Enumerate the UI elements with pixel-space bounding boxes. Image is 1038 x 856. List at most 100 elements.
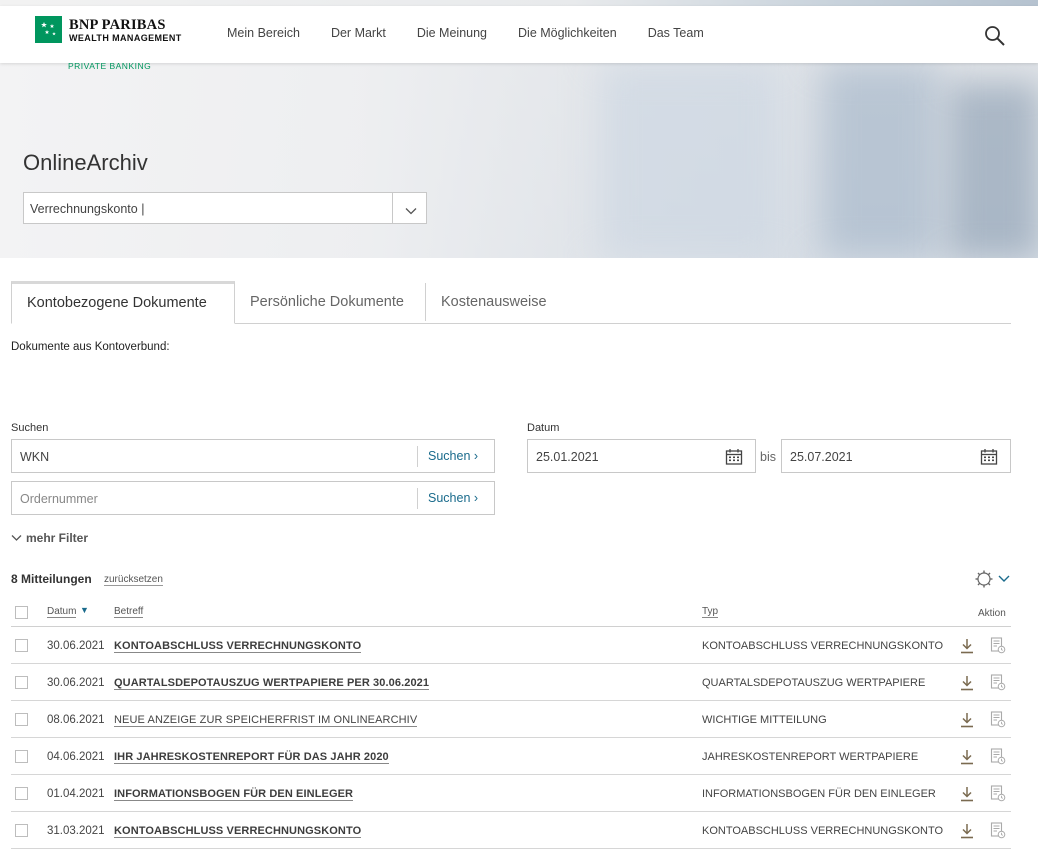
tab-kontobezogene-dokumente[interactable]: Kontobezogene Dokumente [11,281,235,324]
more-filter-label: mehr Filter [26,531,89,545]
search-label: Suchen [11,422,49,434]
download-icon[interactable] [960,823,974,844]
row-type: WICHTIGE MITTEILUNG [702,714,827,726]
account-select[interactable]: Verrechnungskonto | [23,192,427,224]
logo-brand-text: BNP PARIBAS [69,17,166,33]
row-subject-link[interactable]: INFORMATIONSBOGEN FÜR DEN EINLEGER [114,788,354,801]
chevron-right-icon: › [473,449,479,463]
hero-banner: OnlineArchiv Verrechnungskonto | [0,63,1038,258]
column-header-datum[interactable]: Datum [47,606,77,618]
nav-item-mein-bereich[interactable]: Mein Bereich [227,26,300,40]
row-type: JAHRESKOSTENREPORT WERTPAPIERE [702,751,919,763]
download-icon[interactable] [960,638,974,659]
select-divider [392,193,393,223]
date-range-separator: bis [760,450,776,464]
hero-background [820,63,940,258]
tab-kostenausweise[interactable]: Kostenausweise [426,281,562,323]
row-checkbox[interactable] [15,713,28,726]
more-filter-toggle[interactable]: mehr Filter [11,531,88,545]
search-icon[interactable] [984,25,1006,47]
settings-gear-icon[interactable] [975,570,1013,593]
field-divider [417,488,418,509]
wkn-search-button[interactable]: Suchen › [428,449,478,463]
search-button-label: Suchen [428,491,471,505]
row-subject-link[interactable]: NEUE ANZEIGE ZUR SPEICHERFRIST IM ONLINE… [114,714,418,727]
row-checkbox[interactable] [15,750,28,763]
row-type: INFORMATIONSBOGEN FÜR DEN EINLEGER [702,788,936,800]
date-label: Datum [527,422,560,434]
reset-link[interactable]: zurücksetzen [104,574,163,586]
table-row: 31.03.2021 KONTOABSCHLUSS VERRECHNUNGSKON… [11,812,1011,849]
document-history-icon[interactable] [990,711,1006,733]
document-history-icon[interactable] [990,637,1006,659]
row-subject-link[interactable]: QUARTALSDEPOTAUSZUG WERTPAPIERE PER 30.0… [114,677,430,690]
row-date: 31.03.2021 [47,825,105,837]
row-date: 30.06.2021 [47,677,105,689]
chevron-down-icon [11,531,22,545]
hero-background [950,83,1038,258]
order-search-field[interactable]: Ordernummer Suchen › [11,481,495,515]
logo-stars-icon [35,16,62,43]
order-search-button[interactable]: Suchen › [428,491,478,505]
nav-item-die-meinung[interactable]: Die Meinung [417,26,487,40]
row-date: 30.06.2021 [47,640,105,652]
hero-background [600,63,780,258]
nav-item-das-team[interactable]: Das Team [648,26,704,40]
row-type: KONTOABSCHLUSS VERRECHNUNGSKONTO [702,825,944,837]
table-row: 30.06.2021 QUARTALSDEPOTAUSZUG WERTPAPIER… [11,664,1011,701]
chevron-right-icon: › [473,491,479,505]
field-divider [417,446,418,467]
download-icon[interactable] [960,712,974,733]
tab-persoenliche-dokumente[interactable]: Persönliche Dokumente [235,281,419,323]
header: BNP PARIBAS WEALTH MANAGEMENT PRIVATE BA… [0,6,1038,71]
date-from-input[interactable]: 25.01.2021 [536,450,599,464]
kontoverbund-label: Dokumente aus Kontoverbund: [11,341,170,353]
column-header-datum-label: Datum [47,606,77,617]
column-header-betreff[interactable]: Betreff [114,606,144,618]
row-checkbox[interactable] [15,676,28,689]
row-checkbox[interactable] [15,824,28,837]
download-icon[interactable] [960,786,974,807]
document-history-icon[interactable] [990,822,1006,844]
row-date: 08.06.2021 [47,714,105,726]
table-row: 01.04.2021 INFORMATIONSBOGEN FÜR DEN EINL… [11,775,1011,812]
row-checkbox[interactable] [15,639,28,652]
wkn-search-field[interactable]: WKN Suchen › [11,439,495,473]
row-subject-link[interactable]: KONTOABSCHLUSS VERRECHNUNGSKONTO [114,640,362,653]
date-to-input[interactable]: 25.07.2021 [790,450,853,464]
download-icon[interactable] [960,749,974,770]
sort-desc-icon[interactable]: ▼ [80,605,89,615]
order-number-input[interactable]: Ordernummer [20,492,98,506]
logo-sub-text: WEALTH MANAGEMENT [69,33,182,43]
column-header-aktion: Aktion [978,608,1006,619]
table-row: 30.06.2021 KONTOABSCHLUSS VERRECHNUNGSKON… [11,627,1011,664]
row-type: KONTOABSCHLUSS VERRECHNUNGSKONTO [702,640,944,652]
wkn-input[interactable]: WKN [20,450,49,464]
table-row: 08.06.2021 NEUE ANZEIGE ZUR SPEICHERFRIST… [11,701,1011,738]
calendar-icon[interactable] [725,448,743,471]
row-subject-link[interactable]: KONTOABSCHLUSS VERRECHNUNGSKONTO [114,825,362,838]
row-type: QUARTALSDEPOTAUSZUG WERTPAPIERE [702,677,926,689]
document-history-icon[interactable] [990,748,1006,770]
nav-item-der-markt[interactable]: Der Markt [331,26,386,40]
row-date: 01.04.2021 [47,788,105,800]
account-select-value: Verrechnungskonto | [30,202,145,216]
document-history-icon[interactable] [990,785,1006,807]
logo-private-banking-text: PRIVATE BANKING [68,61,152,71]
row-date: 04.06.2021 [47,751,105,763]
page-title: OnlineArchiv [23,150,148,175]
main-nav: Mein Bereich Der Markt Die Meinung Die M… [227,26,735,40]
date-to-field[interactable]: 25.07.2021 [781,439,1011,473]
row-checkbox[interactable] [15,787,28,800]
document-history-icon[interactable] [990,674,1006,696]
nav-item-die-moeglichkeiten[interactable]: Die Möglichkeiten [518,26,617,40]
select-all-checkbox[interactable] [15,606,28,619]
download-icon[interactable] [960,675,974,696]
column-header-typ[interactable]: Typ [702,606,719,618]
calendar-icon[interactable] [980,448,998,471]
document-tabs: Kontobezogene Dokumente Persönliche Doku… [11,281,1011,324]
date-from-field[interactable]: 25.01.2021 [527,439,756,473]
table-row: 04.06.2021 IHR JAHRESKOSTENREPORT FÜR DAS… [11,738,1011,775]
chevron-down-icon [405,203,417,221]
row-subject-link[interactable]: IHR JAHRESKOSTENREPORT FÜR DAS JAHR 2020 [114,751,389,764]
